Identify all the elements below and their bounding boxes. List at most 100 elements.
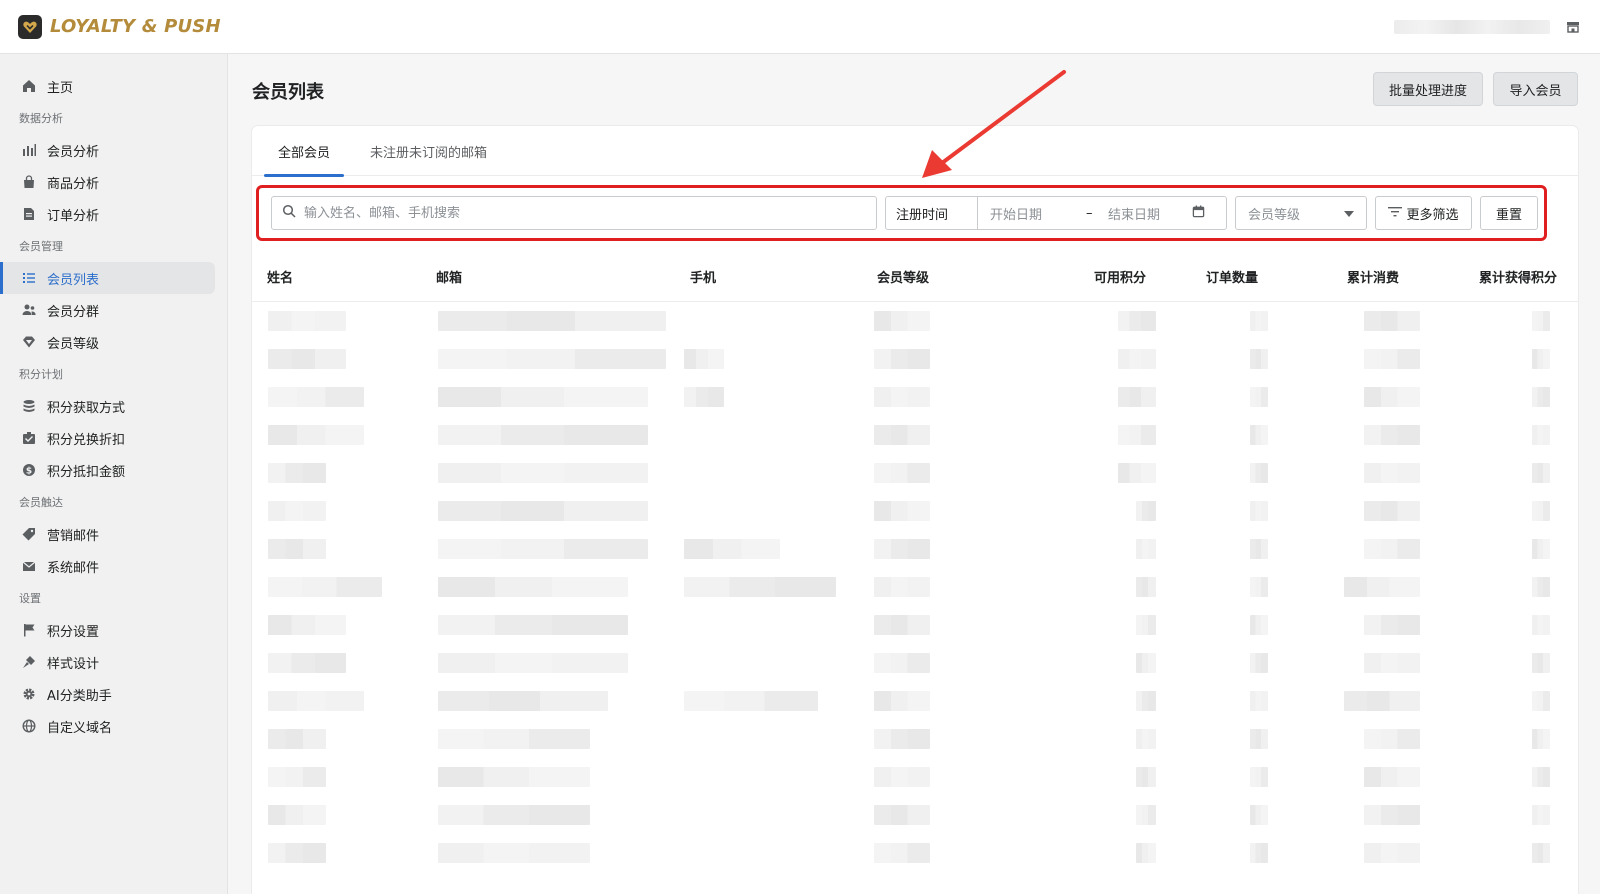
table-row[interactable] xyxy=(252,644,1578,682)
date-label: 注册时间 xyxy=(886,197,978,229)
list-icon xyxy=(21,270,37,286)
member-level-placeholder: 会员等级 xyxy=(1248,207,1301,223)
column-header-member-level[interactable]: 会员等级 xyxy=(877,250,929,302)
registration-date-range[interactable]: 注册时间 开始日期 – 结束日期 xyxy=(885,196,1227,230)
table-row[interactable] xyxy=(252,720,1578,758)
column-header-name[interactable]: 姓名 xyxy=(267,250,293,302)
account-name-blurred[interactable] xyxy=(1394,19,1550,34)
column-header-email[interactable]: 邮箱 xyxy=(436,250,462,302)
filter-icon xyxy=(1388,206,1403,221)
sidebar-item-order-analysis[interactable]: 订单分析 xyxy=(0,198,215,230)
sidebar-item-points-settings[interactable]: 积分设置 xyxy=(0,614,215,646)
redacted-cell xyxy=(1250,691,1268,711)
column-header-available-points[interactable]: 可用积分 xyxy=(1094,250,1146,302)
sidebar-item-label: AI分类助手 xyxy=(47,688,112,704)
search-box[interactable] xyxy=(271,196,877,230)
logo[interactable]: LOYALTY & PUSH xyxy=(18,14,221,39)
redacted-cell xyxy=(1364,539,1420,559)
end-date-field[interactable]: 结束日期 xyxy=(1096,204,1192,223)
table-row[interactable] xyxy=(252,340,1578,378)
table-row[interactable] xyxy=(252,454,1578,492)
search-input[interactable] xyxy=(304,205,864,221)
sidebar-item-member-list[interactable]: 会员列表 xyxy=(0,262,215,294)
redacted-cell xyxy=(1250,843,1268,863)
table-row[interactable] xyxy=(252,302,1578,340)
redacted-cell xyxy=(438,691,608,711)
redacted-cell xyxy=(268,425,364,445)
redacted-cell xyxy=(268,311,346,331)
table-row[interactable] xyxy=(252,758,1578,796)
logo-text: LOYALTY & PUSH xyxy=(50,16,221,37)
sidebar-item-points-discount[interactable]: 积分兑换折扣 xyxy=(0,422,215,454)
redacted-cell xyxy=(874,767,930,787)
bar-chart-icon xyxy=(21,142,37,158)
sidebar-item-member-analysis[interactable]: 会员分析 xyxy=(0,134,215,166)
redacted-cell xyxy=(1136,653,1156,673)
start-date-field[interactable]: 开始日期 xyxy=(978,204,1086,223)
table-row[interactable] xyxy=(252,606,1578,644)
sidebar-item-style-design[interactable]: 样式设计 xyxy=(0,646,215,678)
table-row[interactable] xyxy=(252,492,1578,530)
sidebar-item-marketing-email[interactable]: 营销邮件 xyxy=(0,518,215,550)
sidebar-item-system-email[interactable]: 系统邮件 xyxy=(0,550,215,582)
sidebar-section-title: 积分计划 xyxy=(19,368,63,381)
redacted-cell xyxy=(1364,501,1420,521)
sidebar-item-points-deduction[interactable]: $ 积分抵扣金额 xyxy=(0,454,215,486)
sidebar-item-points-earning[interactable]: 积分获取方式 xyxy=(0,390,215,422)
redacted-cell xyxy=(1136,691,1156,711)
redacted-cell xyxy=(1364,463,1420,483)
sidebar-item-home[interactable]: 主页 xyxy=(0,70,215,102)
column-header-phone[interactable]: 手机 xyxy=(690,250,716,302)
redacted-cell xyxy=(1364,729,1420,749)
mail-icon xyxy=(21,558,37,574)
chevron-down-icon xyxy=(1344,206,1354,221)
sidebar-section-title: 数据分析 xyxy=(19,112,63,125)
batch-progress-button[interactable]: 批量处理进度 xyxy=(1373,72,1483,106)
table-header: 姓名 邮箱 手机 会员等级 可用积分 订单数量 累计消费 累计获得积分 xyxy=(252,250,1578,302)
redacted-cell xyxy=(684,387,724,407)
store-icon[interactable] xyxy=(1564,18,1582,36)
table-row[interactable] xyxy=(252,378,1578,416)
tab-unregistered-emails[interactable]: 未注册未订阅的邮箱 xyxy=(356,126,501,176)
column-header-order-count[interactable]: 订单数量 xyxy=(1206,250,1258,302)
sidebar-item-custom-domain[interactable]: 自定义域名 xyxy=(0,710,215,742)
redacted-cell xyxy=(874,691,930,711)
column-header-total-spent[interactable]: 累计消费 xyxy=(1347,250,1399,302)
redacted-cell xyxy=(1532,691,1550,711)
redacted-cell xyxy=(268,767,326,787)
import-members-button[interactable]: 导入会员 xyxy=(1493,72,1578,106)
main-content: 会员列表 批量处理进度 导入会员 全部会员 未注册未订阅的邮箱 注册时间 开始日… xyxy=(228,54,1600,894)
redacted-cell xyxy=(268,691,364,711)
redacted-cell xyxy=(1250,653,1268,673)
redacted-cell xyxy=(684,349,724,369)
sidebar-item-label: 系统邮件 xyxy=(47,560,100,576)
redacted-cell xyxy=(874,311,930,331)
sidebar-item-member-levels[interactable]: 会员等级 xyxy=(0,326,215,358)
redacted-cell xyxy=(1136,767,1156,787)
sidebar-item-member-segments[interactable]: 会员分群 xyxy=(0,294,215,326)
tab-all-members[interactable]: 全部会员 xyxy=(264,126,345,177)
redacted-cell xyxy=(438,463,648,483)
redacted-cell xyxy=(1136,501,1156,521)
paint-icon xyxy=(21,654,37,670)
table-row[interactable] xyxy=(252,834,1578,872)
member-level-select[interactable]: 会员等级 xyxy=(1235,196,1367,230)
table-row[interactable] xyxy=(252,682,1578,720)
reset-button[interactable]: 重置 xyxy=(1480,196,1538,230)
table-row[interactable] xyxy=(252,530,1578,568)
calendar-icon[interactable] xyxy=(1192,204,1205,222)
table-row[interactable] xyxy=(252,416,1578,454)
redacted-cell xyxy=(1532,463,1550,483)
redacted-cell xyxy=(874,729,930,749)
table-row[interactable] xyxy=(252,796,1578,834)
sidebar-item-product-analysis[interactable]: 商品分析 xyxy=(0,166,215,198)
column-header-total-points-earned[interactable]: 累计获得积分 xyxy=(1479,250,1557,302)
redacted-cell xyxy=(1344,691,1420,711)
sidebar-item-label: 会员列表 xyxy=(47,272,100,288)
more-filters-button[interactable]: 更多筛选 xyxy=(1375,196,1472,230)
redacted-cell xyxy=(1532,843,1550,863)
redacted-cell xyxy=(684,691,818,711)
redacted-cell xyxy=(268,805,326,825)
table-row[interactable] xyxy=(252,568,1578,606)
sidebar-item-ai-assistant[interactable]: AI分类助手 xyxy=(0,678,215,710)
